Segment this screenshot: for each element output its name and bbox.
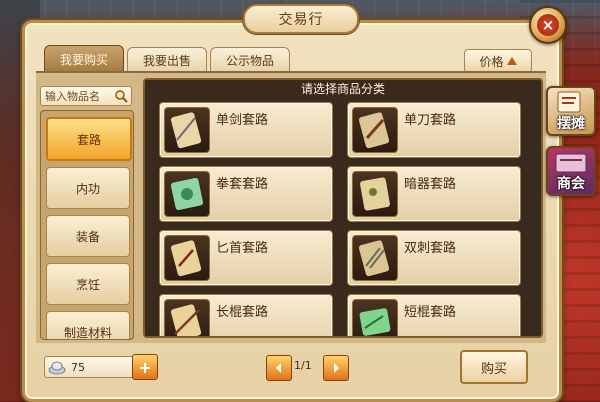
category-inner-skill[interactable]: 内功 — [46, 167, 130, 209]
silver-balance: 75 — [44, 356, 140, 378]
guild-shop-label: 商会 — [557, 176, 585, 192]
product-single-blade[interactable]: 单刀套路 — [347, 102, 521, 158]
category-list: 套路 内功 装备 烹饪 制造材料 — [40, 110, 134, 340]
product-label: 匕首套路 — [216, 241, 269, 256]
price-sort-button[interactable]: 价格 — [464, 49, 532, 73]
window-title: 交易行 — [243, 4, 359, 34]
add-currency-button[interactable]: + — [132, 354, 158, 380]
product-label: 暗器套路 — [404, 177, 457, 192]
scroll-icon — [352, 107, 398, 153]
product-label: 双刺套路 — [404, 241, 457, 256]
product-label: 长棍套路 — [216, 305, 269, 320]
next-page-button[interactable] — [323, 355, 349, 381]
scroll-icon — [352, 299, 398, 336]
price-sort-label: 价格 — [479, 54, 504, 69]
scroll-icon — [164, 171, 210, 217]
product-dagger[interactable]: 匕首套路 — [159, 230, 333, 286]
product-label: 拳套套路 — [216, 177, 269, 192]
page-indicator: 1/1 — [294, 359, 312, 372]
product-fist[interactable]: 拳套套路 — [159, 166, 333, 222]
scroll-icon — [164, 235, 210, 281]
category-routines[interactable]: 套路 — [46, 117, 132, 161]
search-input[interactable]: 输入物品名 — [40, 86, 132, 106]
tab-public-items[interactable]: 公示物品 — [210, 47, 290, 73]
product-label: 单剑套路 — [216, 113, 269, 128]
stall-label: 摆摊 — [557, 116, 585, 132]
search-placeholder: 输入物品名 — [45, 90, 100, 103]
plus-icon: + — [138, 357, 152, 377]
product-long-staff[interactable]: 长棍套路 — [159, 294, 333, 336]
silver-amount: 75 — [71, 360, 85, 374]
close-icon: × — [537, 14, 559, 36]
product-label: 单刀套路 — [404, 113, 457, 128]
sort-ascending-icon — [506, 57, 517, 65]
category-equipment[interactable]: 装备 — [46, 215, 130, 257]
scroll-icon — [164, 107, 210, 153]
scroll-icon — [352, 171, 398, 217]
scroll-icon — [164, 299, 210, 336]
silver-ingot-icon — [48, 361, 66, 375]
search-icon[interactable] — [114, 89, 128, 103]
product-double-stab[interactable]: 双刺套路 — [347, 230, 521, 286]
stall-button[interactable]: 摆摊 — [546, 86, 596, 136]
panel-title: 请选择商品分类 — [300, 82, 385, 96]
product-hidden-weapon[interactable]: 暗器套路 — [347, 166, 521, 222]
product-single-sword[interactable]: 单剑套路 — [159, 102, 333, 158]
scroll-icon — [352, 235, 398, 281]
guild-shop-button[interactable]: 商会 — [546, 146, 596, 196]
product-label: 短棍套路 — [404, 305, 457, 320]
category-cooking[interactable]: 烹饪 — [46, 263, 130, 305]
close-button[interactable]: × — [529, 6, 567, 44]
tab-buy[interactable]: 我要购买 — [44, 45, 124, 73]
product-panel: 请选择商品分类 单剑套路 单刀套路 拳套套路 暗器套路 匕首套路 双刺套路 长棍… — [143, 78, 543, 338]
previous-page-button[interactable] — [266, 355, 292, 381]
chevron-left-icon — [276, 363, 281, 373]
category-materials[interactable]: 制造材料 — [46, 311, 130, 339]
tab-sell[interactable]: 我要出售 — [127, 47, 207, 73]
chevron-right-icon — [334, 363, 339, 373]
product-short-staff[interactable]: 短棍套路 — [347, 294, 521, 336]
buy-button[interactable]: 购买 — [460, 350, 528, 384]
